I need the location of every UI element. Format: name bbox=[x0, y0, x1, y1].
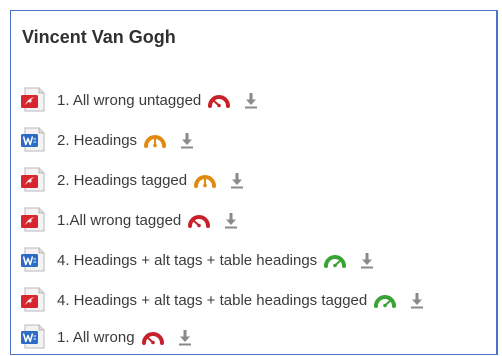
download-icon[interactable] bbox=[359, 251, 375, 269]
gauge-low-icon bbox=[141, 329, 165, 345]
gauge-high-icon bbox=[373, 292, 397, 308]
file-link[interactable]: 1.All wrong tagged bbox=[57, 212, 181, 229]
file-item[interactable]: 4. Headings + alt tags + table headings bbox=[19, 245, 375, 275]
file-item[interactable]: 1. All wrong untagged bbox=[19, 85, 259, 115]
section-title: Vincent Van Gogh bbox=[22, 27, 176, 47]
download-icon[interactable] bbox=[243, 91, 259, 109]
file-link[interactable]: 1. All wrong bbox=[57, 329, 135, 346]
word-doc-icon bbox=[19, 323, 49, 351]
file-link[interactable]: 4. Headings + alt tags + table headings … bbox=[57, 292, 367, 309]
pdf-icon bbox=[19, 166, 49, 194]
gauge-low-icon bbox=[207, 92, 231, 108]
pdf-icon bbox=[19, 86, 49, 114]
download-icon[interactable] bbox=[179, 131, 195, 149]
pdf-icon bbox=[19, 286, 49, 314]
file-item[interactable]: 1.All wrong tagged bbox=[19, 205, 239, 235]
word-doc-icon bbox=[19, 126, 49, 154]
gauge-high-icon bbox=[323, 252, 347, 268]
download-icon[interactable] bbox=[177, 328, 193, 346]
download-icon[interactable] bbox=[229, 171, 245, 189]
file-link[interactable]: 2. Headings tagged bbox=[57, 172, 187, 189]
file-link[interactable]: 4. Headings + alt tags + table headings bbox=[57, 252, 317, 269]
file-item[interactable]: 2. Headings bbox=[19, 125, 195, 155]
pdf-icon bbox=[19, 206, 49, 234]
file-link[interactable]: 2. Headings bbox=[57, 132, 137, 149]
file-item[interactable]: 1. All wrong bbox=[19, 322, 193, 352]
gauge-mid-icon bbox=[143, 132, 167, 148]
gauge-low-icon bbox=[187, 212, 211, 228]
download-icon[interactable] bbox=[409, 291, 425, 309]
word-doc-icon bbox=[19, 246, 49, 274]
file-link[interactable]: 1. All wrong untagged bbox=[57, 92, 201, 109]
file-item[interactable]: 4. Headings + alt tags + table headings … bbox=[19, 285, 425, 315]
gauge-mid-icon bbox=[193, 172, 217, 188]
file-item[interactable]: 2. Headings tagged bbox=[19, 165, 245, 195]
download-icon[interactable] bbox=[223, 211, 239, 229]
